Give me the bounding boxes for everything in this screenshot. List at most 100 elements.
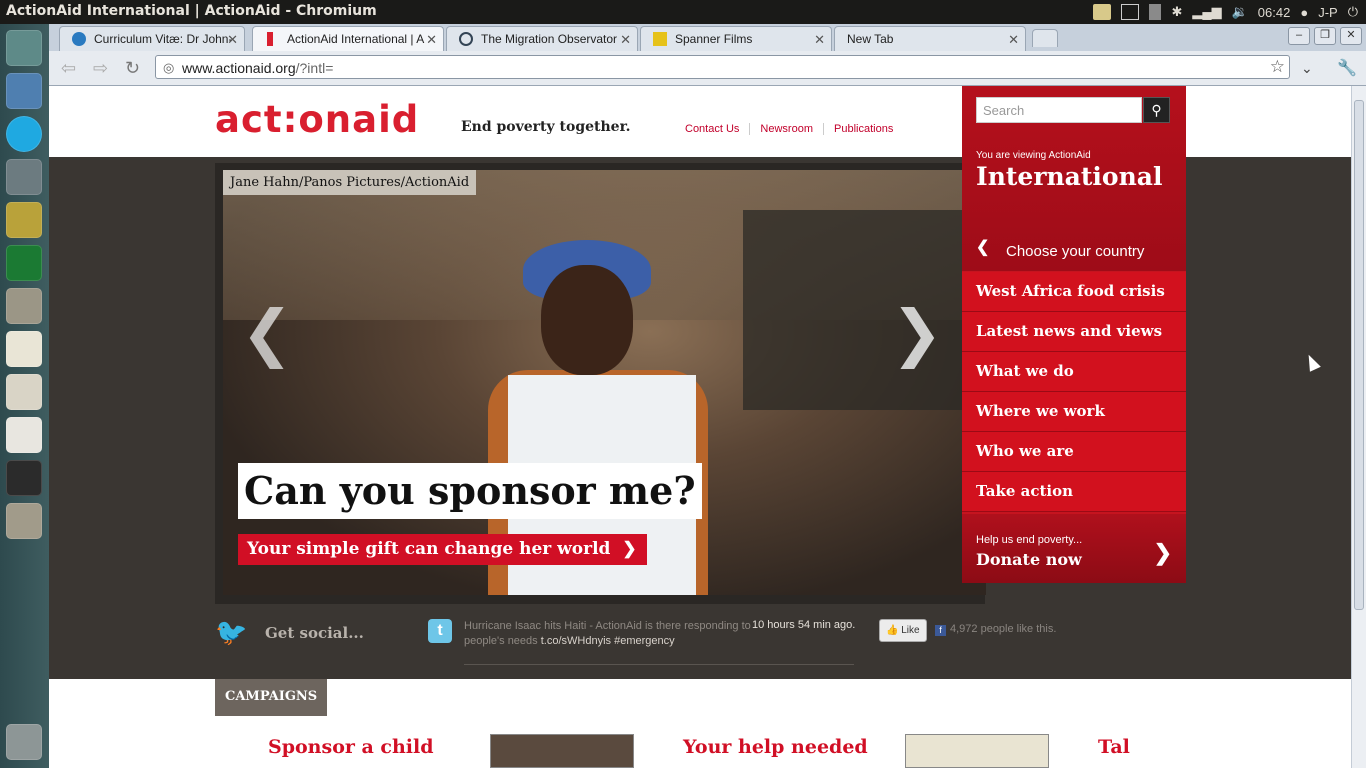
tab-label: ActionAid International | A [287,32,425,46]
close-icon[interactable]: ✕ [1008,32,1019,48]
dash-home-icon[interactable] [6,30,42,66]
hero-subhead-button[interactable]: Your simple gift can change her world ❯ [238,534,647,565]
close-window-icon[interactable]: ✕ [1340,27,1362,45]
slider-prev-icon[interactable]: ❮ [241,296,293,369]
system-tools-icon[interactable] [6,159,42,195]
character-map-icon[interactable] [6,417,42,453]
volume-icon[interactable]: 🔉 [1232,4,1248,20]
campaigns-tab[interactable]: CAMPAIGNS [215,679,328,716]
browser-chrome: Curriculum Vitæ: Dr John- ✕ ActionAid In… [49,24,1366,86]
thumbs-up-icon: 👍 [886,625,899,636]
music-player-icon[interactable] [6,374,42,410]
campaign-map-image[interactable] [905,734,1049,768]
hero-image[interactable] [223,170,986,595]
user-name[interactable]: J-P [1318,5,1338,20]
facebook-like-button[interactable]: 👍 Like [879,619,927,642]
system-top-bar: ActionAid International | ActionAid - Ch… [0,0,1366,24]
newsroom-link[interactable]: Newsroom [749,123,823,135]
tab-migration-observatory[interactable]: The Migration Observator ✕ [446,26,638,51]
clock[interactable]: 06:42 [1258,5,1291,20]
browser-toolbar: ⇦ ⇨ ↻ ◎ www.actionaid.org/?intl= ☆ ⌄ 🔧 [49,51,1366,86]
close-icon[interactable]: ✕ [227,32,238,48]
girl-face [541,265,633,375]
url-host: www.actionaid.org [182,60,296,76]
chevron-down-icon[interactable]: ⌄ [1301,60,1313,77]
donate-now-button[interactable]: Help us end poverty... Donate now ❯ [962,514,1186,583]
folder-icon[interactable] [1093,4,1112,20]
slider-next-icon[interactable]: ❯ [891,296,943,369]
trash-icon[interactable] [6,724,42,760]
chevron-right-icon: ❯ [622,539,637,559]
search-input[interactable]: Search [976,97,1142,123]
campaign-title[interactable]: Tal [1098,736,1130,758]
tweet-hashtag[interactable]: #emergency [614,635,675,647]
campaigns-section: CAMPAIGNS Sponsor a child Your help need… [49,679,1351,768]
files-icon[interactable] [6,288,42,324]
drupal-icon [72,32,86,46]
tab-curriculum-vitae[interactable]: Curriculum Vitæ: Dr John- ✕ [59,26,245,51]
tab-label: Curriculum Vitæ: Dr John- [94,32,233,46]
skype-icon[interactable] [6,116,42,152]
choose-country[interactable]: ❮ Choose your country [962,232,1186,273]
site-tagline: End poverty together. [461,119,631,135]
unity-launcher [0,24,49,768]
campaign-title[interactable]: Sponsor a child [268,736,434,758]
back-icon[interactable]: ⇦ [61,58,76,79]
signal-icon[interactable]: ▂▄▆ [1192,4,1221,20]
web-page: act:onaid End poverty together. Contact … [49,86,1351,768]
close-icon[interactable]: ✕ [620,32,631,48]
menu-item-latest-news[interactable]: Latest news and views [962,312,1186,352]
bookmark-star-icon[interactable]: ☆ [1270,57,1285,77]
spanner-icon [653,32,667,46]
terminal-icon[interactable] [6,460,42,496]
actionaid-logo[interactable]: act:onaid [215,98,419,141]
text-editor-icon[interactable] [6,331,42,367]
choose-country-label: Choose your country [1006,243,1145,260]
campaign-title[interactable]: Your help needed [683,736,868,758]
facebook-icon: f [935,625,946,636]
window-controls: ‒ ❐ ✕ [1288,27,1362,45]
mail-icon[interactable] [1121,4,1140,20]
chromium-icon[interactable] [6,73,42,109]
blackboard [743,210,986,410]
wrench-icon[interactable]: 🔧 [1337,58,1357,78]
chevron-left-icon: ❮ [976,239,990,256]
campaign-image[interactable] [490,734,634,768]
usb-icon[interactable] [6,202,42,238]
menu-item-take-action[interactable]: Take action [962,472,1186,512]
publications-link[interactable]: Publications [823,123,903,135]
page-icon: ◎ [163,60,175,75]
bluetooth-icon[interactable]: ✱ [1171,4,1182,20]
scrollbar-thumb[interactable] [1354,100,1364,610]
tab-spanner-films[interactable]: Spanner Films ✕ [640,26,832,51]
tweet-time[interactable]: 10 hours 54 min ago. [752,619,855,631]
menu-item-where-we-work[interactable]: Where we work [962,392,1186,432]
panel-header: Search ⚲ You are viewing ActionAid Inter… [962,86,1186,273]
page-scrollbar[interactable] [1351,86,1366,768]
tab-actionaid[interactable]: ActionAid International | A ✕ [252,26,444,51]
maximize-icon[interactable]: ❐ [1314,27,1336,45]
clipboard-icon[interactable] [1149,4,1162,20]
hero-headline[interactable]: Can you sponsor me? [238,463,702,519]
close-icon[interactable]: ✕ [426,32,437,48]
reload-icon[interactable]: ↻ [125,58,140,79]
folder-icon[interactable] [6,503,42,539]
actionaid-icon [267,32,273,46]
search-icon[interactable]: ⚲ [1143,97,1170,123]
power-icon[interactable]: ⏻ [1348,4,1358,20]
forward-icon[interactable]: ⇨ [93,58,108,79]
twitter-icon[interactable]: t [428,619,452,643]
minimize-icon[interactable]: ‒ [1288,27,1310,45]
tab-new-tab[interactable]: New Tab ✕ [834,26,1026,51]
menu-item-who-we-are[interactable]: Who we are [962,432,1186,472]
menu-item-west-africa[interactable]: West Africa food crisis [962,272,1186,312]
tweet-link[interactable]: t.co/sWHdnyis [541,635,611,647]
tab-strip: Curriculum Vitæ: Dr John- ✕ ActionAid In… [49,24,1366,51]
tweet-divider [464,664,854,665]
new-tab-button[interactable] [1032,29,1058,47]
menu-item-what-we-do[interactable]: What we do [962,352,1186,392]
close-icon[interactable]: ✕ [814,32,825,48]
address-bar[interactable]: ◎ www.actionaid.org/?intl= ☆ [155,55,1290,79]
contact-us-link[interactable]: Contact Us [685,123,749,135]
vim-icon[interactable] [6,245,42,281]
